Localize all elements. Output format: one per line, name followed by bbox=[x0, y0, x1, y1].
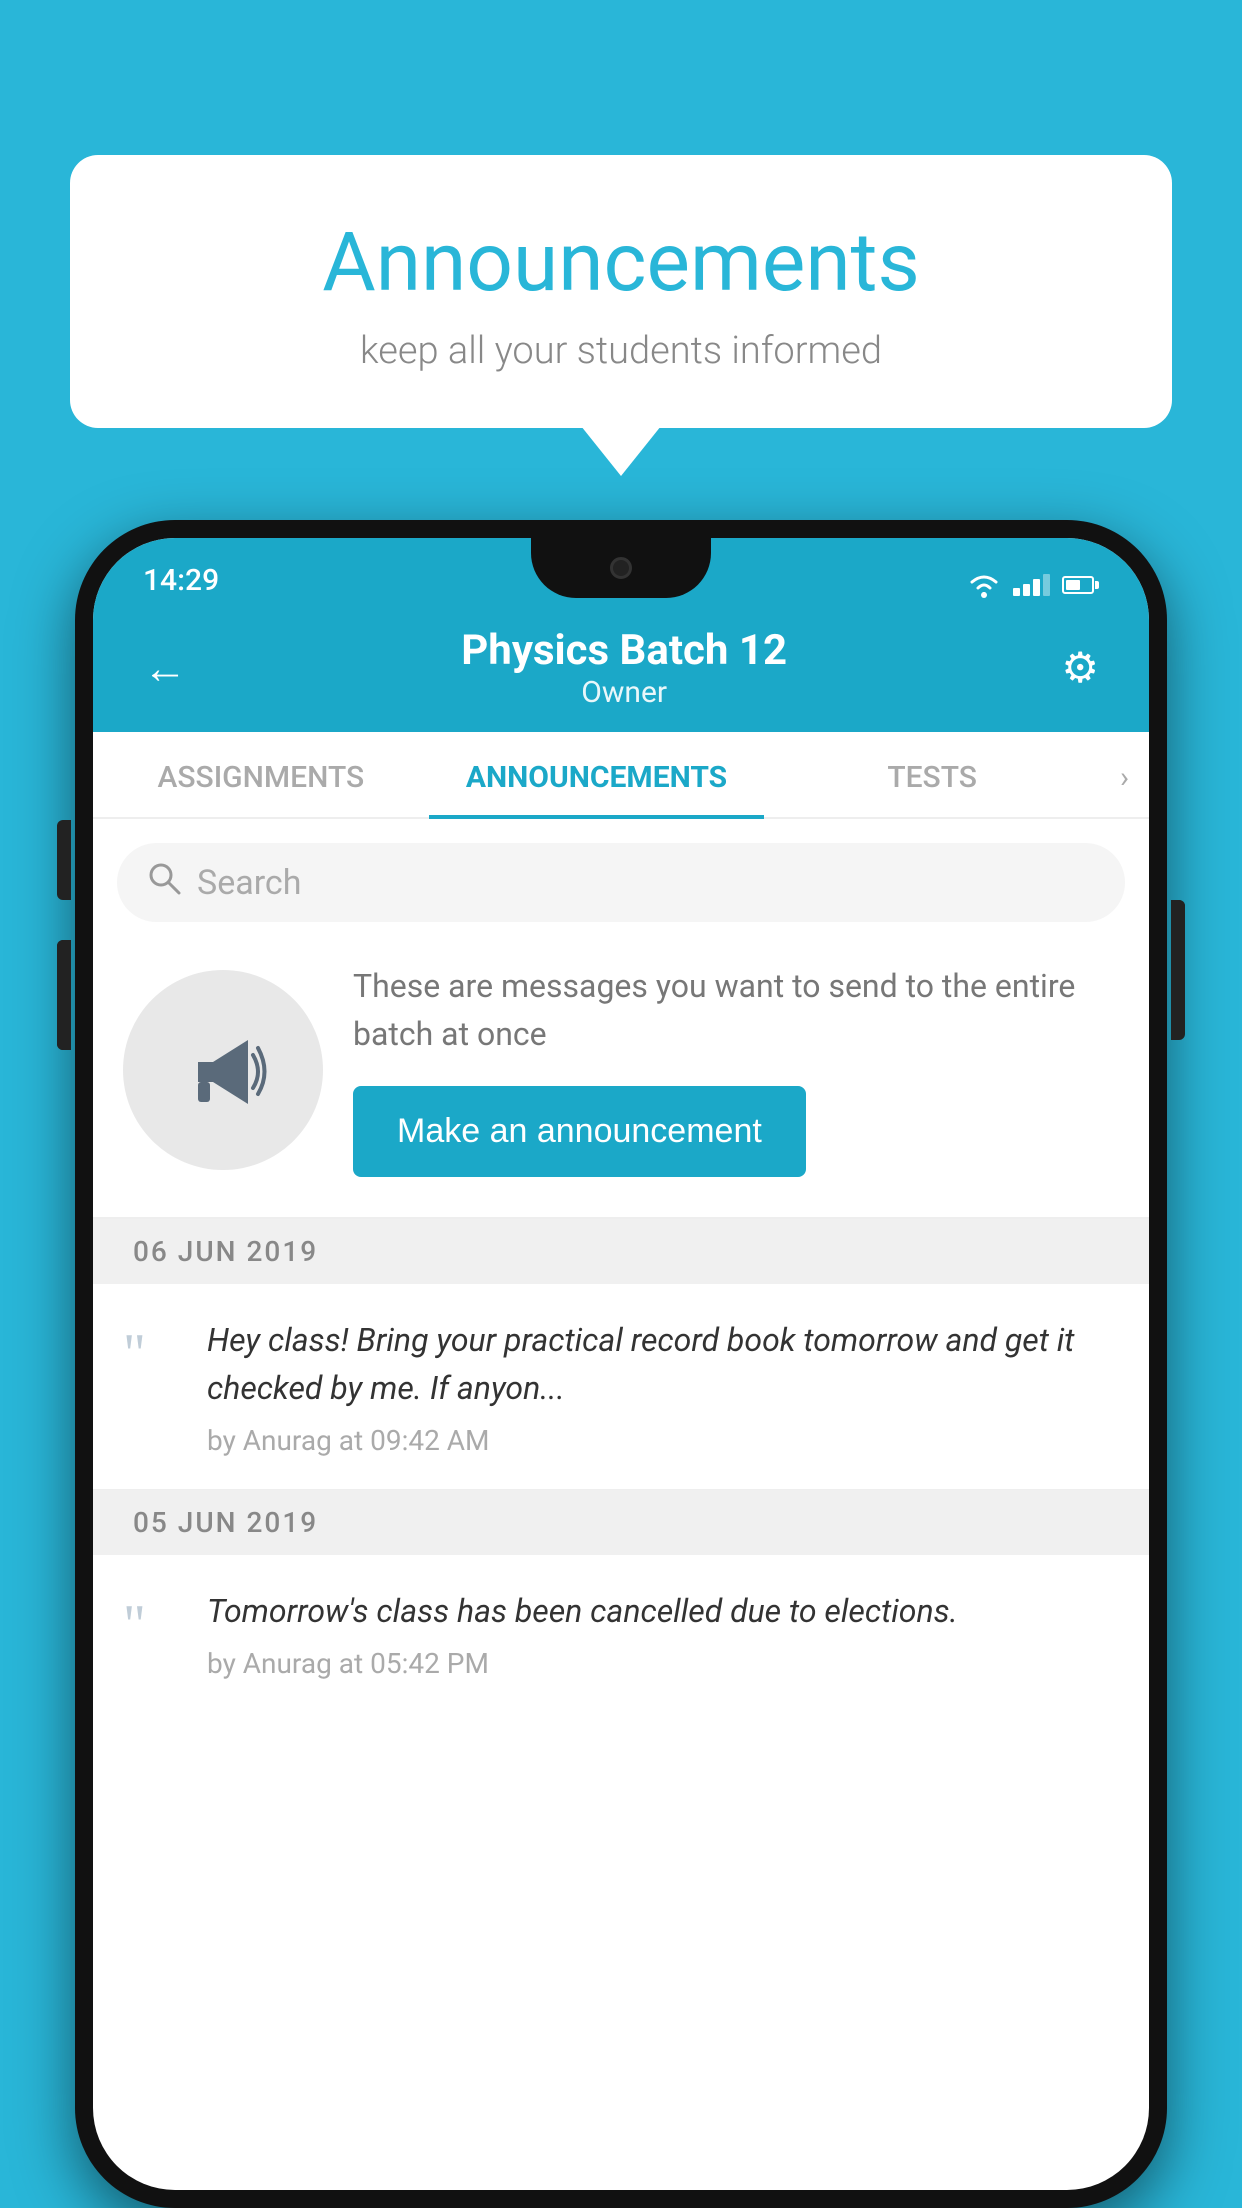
header-title: Physics Batch 12 bbox=[197, 626, 1051, 675]
time-display: 14:29 bbox=[143, 563, 219, 598]
search-placeholder: Search bbox=[197, 863, 301, 903]
signal-icon bbox=[1013, 574, 1050, 596]
bubble-subtitle: keep all your students informed bbox=[150, 329, 1092, 373]
announcement-text-2: Tomorrow's class has been cancelled due … bbox=[207, 1587, 1119, 1635]
back-button[interactable]: ← bbox=[133, 636, 197, 700]
quote-icon-2: " bbox=[123, 1597, 183, 1653]
search-bar[interactable]: Search bbox=[117, 843, 1125, 922]
search-icon bbox=[147, 861, 181, 904]
announcement-meta-2: by Anurag at 05:42 PM bbox=[207, 1647, 1119, 1680]
speech-bubble-container: Announcements keep all your students inf… bbox=[70, 155, 1172, 428]
make-announcement-button[interactable]: Make an announcement bbox=[353, 1086, 806, 1177]
tab-bar: ASSIGNMENTS ANNOUNCEMENTS TESTS › bbox=[93, 732, 1149, 819]
header-center: Physics Batch 12 Owner bbox=[197, 626, 1051, 710]
screen-content: Search These bbox=[93, 819, 1149, 1690]
phone-outer: 14:29 bbox=[75, 520, 1167, 2208]
announcement-text-1: Hey class! Bring your practical record b… bbox=[207, 1316, 1119, 1412]
settings-icon[interactable]: ⚙ bbox=[1051, 633, 1109, 703]
announcement-meta-1: by Anurag at 09:42 AM bbox=[207, 1424, 1119, 1457]
announcement-content-1: Hey class! Bring your practical record b… bbox=[207, 1316, 1119, 1457]
camera bbox=[610, 557, 632, 579]
wifi-icon bbox=[967, 572, 1001, 598]
tab-more[interactable]: › bbox=[1100, 732, 1149, 817]
quote-icon-1: " bbox=[123, 1326, 183, 1382]
battery-icon bbox=[1062, 576, 1099, 594]
phone-screen: 14:29 bbox=[93, 538, 1149, 2190]
megaphone-icon-circle bbox=[123, 970, 323, 1170]
bubble-title: Announcements bbox=[150, 215, 1092, 311]
phone-mockup: 14:29 bbox=[75, 520, 1167, 2208]
app-header: ← Physics Batch 12 Owner ⚙ bbox=[93, 608, 1149, 732]
tab-announcements[interactable]: ANNOUNCEMENTS bbox=[429, 732, 765, 817]
header-subtitle: Owner bbox=[197, 675, 1051, 710]
cta-content: These are messages you want to send to t… bbox=[353, 962, 1119, 1177]
announcement-cta: These are messages you want to send to t… bbox=[93, 922, 1149, 1219]
tab-assignments[interactable]: ASSIGNMENTS bbox=[93, 732, 429, 817]
date-separator-2: 05 JUN 2019 bbox=[93, 1490, 1149, 1555]
announcement-item-1[interactable]: " Hey class! Bring your practical record… bbox=[93, 1284, 1149, 1490]
megaphone-icon bbox=[173, 1020, 273, 1120]
status-icons bbox=[967, 572, 1099, 598]
cta-description: These are messages you want to send to t… bbox=[353, 962, 1119, 1058]
date-separator-1: 06 JUN 2019 bbox=[93, 1219, 1149, 1284]
announcement-content-2: Tomorrow's class has been cancelled due … bbox=[207, 1587, 1119, 1680]
tab-tests[interactable]: TESTS bbox=[764, 732, 1100, 817]
announcement-item-2[interactable]: " Tomorrow's class has been cancelled du… bbox=[93, 1555, 1149, 1690]
speech-bubble: Announcements keep all your students inf… bbox=[70, 155, 1172, 428]
phone-notch bbox=[531, 538, 711, 598]
